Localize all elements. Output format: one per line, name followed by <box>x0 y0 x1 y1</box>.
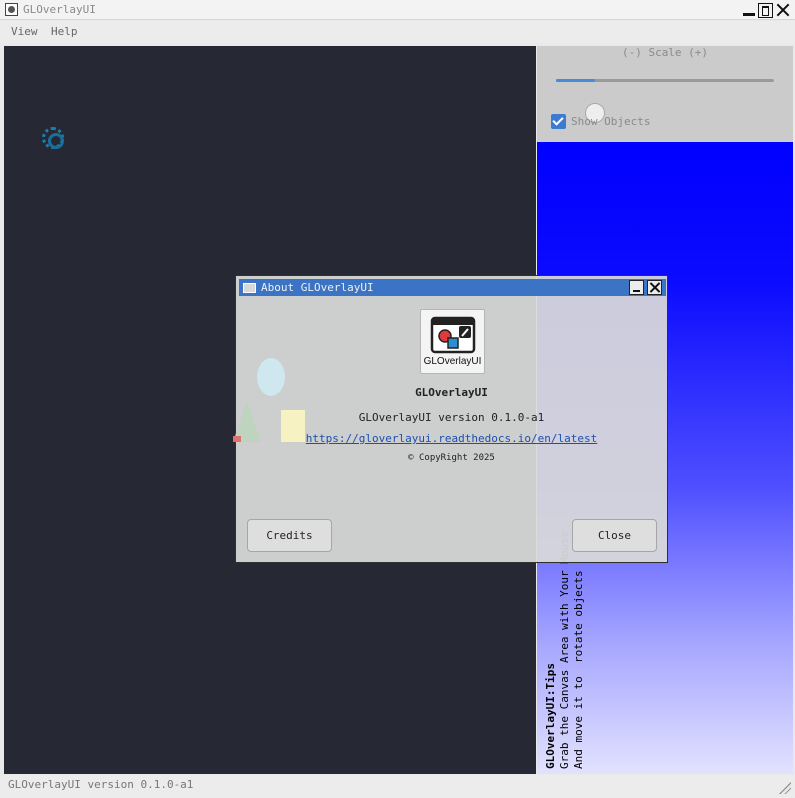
menu-help[interactable]: Help <box>51 25 78 38</box>
dialog-app-name: GLOverlayUI <box>415 386 488 399</box>
gear-icon <box>42 127 64 149</box>
menu-view[interactable]: View <box>11 25 38 38</box>
tips-line: Grab the Canvas Area with Your Mouse <box>558 530 571 769</box>
dialog-title: About GLOverlayUI <box>261 281 374 294</box>
status-bar: GLOverlayUI version 0.1.0-a1 <box>0 775 795 798</box>
dialog-version: GLOverlayUI version 0.1.0-a1 <box>358 411 545 424</box>
window-title: GLOverlayUI <box>23 3 96 16</box>
control-panel: (-) Scale (+) Show Objects <box>537 46 793 142</box>
minimize-icon[interactable] <box>742 3 756 17</box>
dialog-copyright: © CopyRight 2025 <box>408 453 495 463</box>
close-button[interactable]: Close <box>572 519 657 552</box>
app-logo-icon <box>430 316 476 354</box>
show-objects-label: Show Objects <box>571 115 651 128</box>
menu-bar: View Help <box>0 21 795 43</box>
dialog-minimize-icon[interactable] <box>629 280 644 295</box>
maximize-icon[interactable] <box>758 3 773 18</box>
logo-text: GLOverlayUI <box>423 356 482 367</box>
dialog-titlebar[interactable]: About GLOverlayUI <box>239 279 666 296</box>
tips-line: And move it to rotate objects <box>572 570 585 769</box>
app-icon <box>5 3 18 16</box>
scale-label: (-) Scale (+) <box>621 46 709 59</box>
dialog-close-icon[interactable] <box>647 280 662 295</box>
about-dialog: About GLOverlayUI GLOverlayUI GLOverlayU… <box>233 275 668 563</box>
status-text: GLOverlayUI version 0.1.0-a1 <box>8 778 194 791</box>
close-icon[interactable] <box>776 3 790 17</box>
dialog-window-icon <box>243 283 256 293</box>
resize-grip-icon[interactable] <box>779 782 791 794</box>
show-objects-checkbox[interactable] <box>551 114 566 129</box>
credits-button[interactable]: Credits <box>247 519 332 552</box>
tips-box: GLOverlayUI:Tips Grab the Canvas Area wi… <box>544 529 586 769</box>
app-logo: GLOverlayUI <box>420 309 485 374</box>
tips-title: GLOverlayUI:Tips <box>544 663 557 769</box>
scale-slider[interactable] <box>556 79 774 123</box>
scale-slider-fill <box>556 79 596 82</box>
window-titlebar[interactable]: GLOverlayUI <box>0 0 795 20</box>
docs-link[interactable]: https://gloverlayui.readthedocs.io/en/la… <box>236 432 667 445</box>
